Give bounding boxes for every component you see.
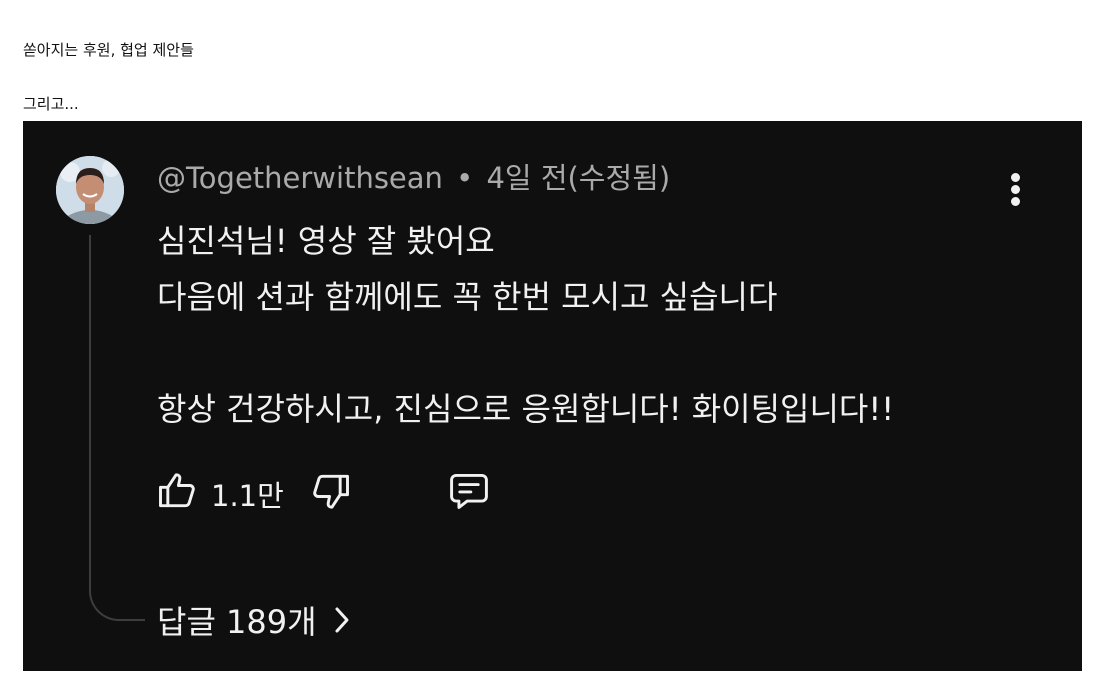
comment-line: 심진석님! 영상 잘 봤어요 [157, 222, 495, 260]
comment-actions: 1.1만 [155, 465, 555, 517]
youtube-comment-screenshot: @Togetherwithsean • 4일 전(수정됨) 심진석님! 영상 잘… [23, 121, 1082, 671]
like-button[interactable] [155, 469, 199, 513]
more-vertical-icon-dot [1011, 197, 1020, 206]
comment-meta: @Togetherwithsean • 4일 전(수정됨) [157, 161, 670, 196]
comment-author[interactable]: @Togetherwithsean [157, 161, 443, 195]
blog-text-line-2: 그리고... [23, 95, 79, 113]
thumbs-up-icon [159, 473, 195, 508]
meta-separator: • [456, 161, 474, 195]
view-replies-button[interactable]: 답글 189개 [157, 597, 351, 643]
chevron-right-icon [335, 607, 349, 633]
comment-time[interactable]: 4일 전(수정됨) [486, 161, 670, 195]
more-actions-button[interactable] [1001, 167, 1031, 211]
comment-line: 다음에 션과 함께에도 꼭 한번 모시고 싶습니다 [157, 278, 778, 316]
avatar[interactable] [56, 156, 124, 224]
thumbs-down-icon [313, 474, 349, 509]
more-vertical-icon-dot [1011, 185, 1020, 194]
like-count: 1.1만 [211, 479, 284, 513]
replies-label: 답글 189개 [157, 603, 317, 641]
blog-text-line-1: 쏟아지는 후원, 협업 제안들 [23, 41, 194, 59]
reply-button[interactable] [447, 469, 491, 513]
comment-icon [450, 473, 488, 509]
comment-text: 심진석님! 영상 잘 봤어요 다음에 션과 함께에도 꼭 한번 모시고 싶습니다… [157, 213, 894, 437]
comment-line [157, 325, 894, 381]
comment-line: 항상 건강하시고, 진심으로 응원합니다! 화이팅입니다!! [157, 390, 895, 428]
dislike-button[interactable] [309, 469, 353, 513]
more-vertical-icon [1011, 173, 1020, 182]
reply-thread-line [89, 235, 145, 621]
